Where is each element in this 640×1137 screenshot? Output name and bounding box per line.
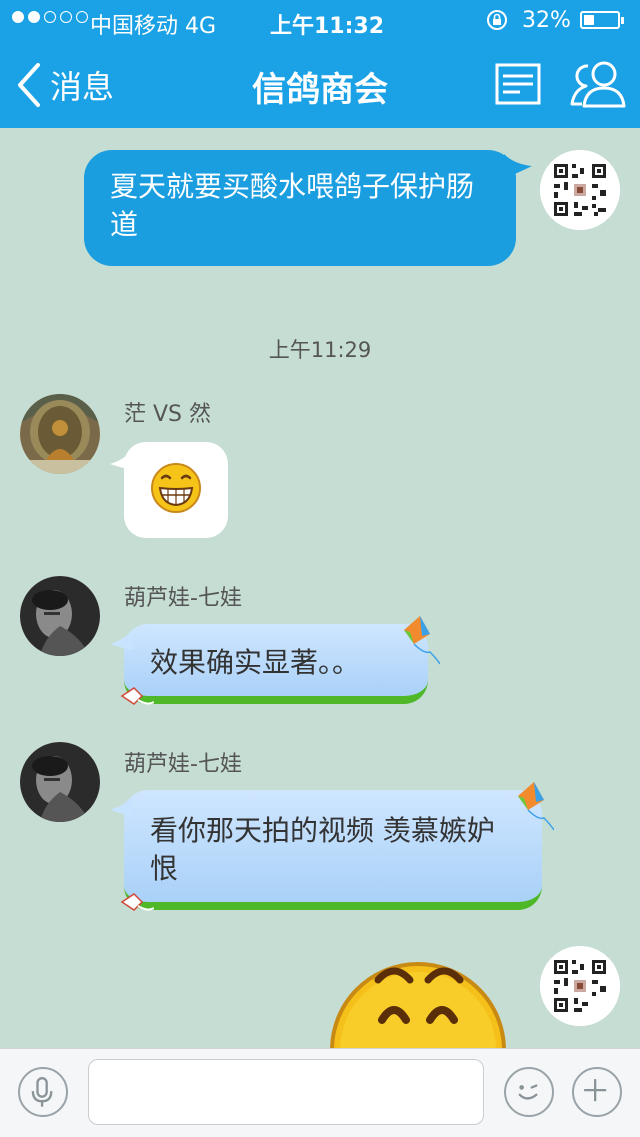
- emoji-button[interactable]: [504, 1067, 554, 1117]
- grin-emoji: [151, 463, 201, 513]
- signal-dot: [12, 11, 24, 23]
- incoming-emoji-bubble[interactable]: [124, 442, 228, 538]
- battery-nub: [621, 17, 624, 24]
- rotation-lock-icon: [487, 10, 507, 30]
- list-icon[interactable]: [494, 62, 542, 106]
- signal-dot: [60, 11, 72, 23]
- message-text: 效果确实显著。。: [150, 646, 361, 679]
- signal-dot: [44, 11, 56, 23]
- portrait-avatar-image: [20, 576, 100, 656]
- plus-button[interactable]: [572, 1067, 622, 1117]
- battery-fill: [584, 15, 594, 25]
- emoji-icon: [518, 1084, 538, 1100]
- chat-title: 信鸽商会: [252, 70, 388, 110]
- sender-name: 茫 VS 然: [124, 402, 212, 427]
- group-members-icon[interactable]: [568, 58, 628, 110]
- portrait-avatar-image: [20, 742, 100, 822]
- plus-icon: [584, 1079, 607, 1102]
- signal-strength: [12, 11, 88, 23]
- qr-code-avatar[interactable]: [540, 150, 620, 230]
- battery-percent: 32%: [522, 8, 571, 33]
- sender-name: 葫芦娃-七娃: [124, 586, 242, 611]
- message-text: 夏天就要买酸水喂鸽子保护肠道: [110, 170, 475, 241]
- rocket-clip-icon: [120, 893, 154, 911]
- smile-emoji[interactable]: [328, 950, 508, 1048]
- kite-icon: [518, 782, 554, 831]
- status-bar: 中国移动 4G 上午11:32 32%: [0, 0, 640, 40]
- kite-icon: [404, 616, 440, 665]
- battery-icon: [580, 11, 624, 29]
- bubble-tail: [504, 154, 532, 178]
- chat-area[interactable]: 夏天就要买酸水喂鸽子保护肠道 上午11:29 茫 VS 然 葫芦娃-七娃 效果确…: [0, 128, 640, 1048]
- rocket-clip-icon: [120, 687, 154, 705]
- sender-avatar[interactable]: [20, 576, 100, 656]
- nav-bar: 消息 信鸽商会: [0, 40, 640, 128]
- bubble-tail: [110, 630, 132, 650]
- voice-button[interactable]: [18, 1067, 68, 1117]
- message-input[interactable]: [88, 1059, 484, 1125]
- sender-avatar[interactable]: [20, 742, 100, 822]
- input-bar: [0, 1048, 640, 1137]
- qr-code-icon: [540, 150, 620, 230]
- buddha-avatar-image: [20, 394, 100, 474]
- microphone-icon: [31, 1077, 53, 1107]
- sender-avatar[interactable]: [20, 394, 100, 474]
- message-text: 看你那天拍的视频 羡慕嫉妒恨: [150, 814, 495, 885]
- qr-code-avatar[interactable]: [540, 946, 620, 1026]
- signal-dot: [76, 11, 88, 23]
- bubble-tail: [110, 796, 132, 816]
- status-time: 上午11:32: [270, 14, 385, 39]
- message-timestamp: 上午11:29: [268, 338, 372, 362]
- carrier-label: 中国移动 4G: [90, 14, 217, 39]
- signal-dot: [28, 11, 40, 23]
- bubble-tail: [110, 450, 132, 470]
- sender-name: 葫芦娃-七娃: [124, 752, 242, 777]
- qr-code-icon: [540, 946, 620, 1026]
- incoming-message-bubble[interactable]: 效果确实显著。。: [124, 624, 428, 704]
- outgoing-message-bubble[interactable]: 夏天就要买酸水喂鸽子保护肠道: [84, 150, 516, 266]
- incoming-message-bubble[interactable]: 看你那天拍的视频 羡慕嫉妒恨: [124, 790, 542, 910]
